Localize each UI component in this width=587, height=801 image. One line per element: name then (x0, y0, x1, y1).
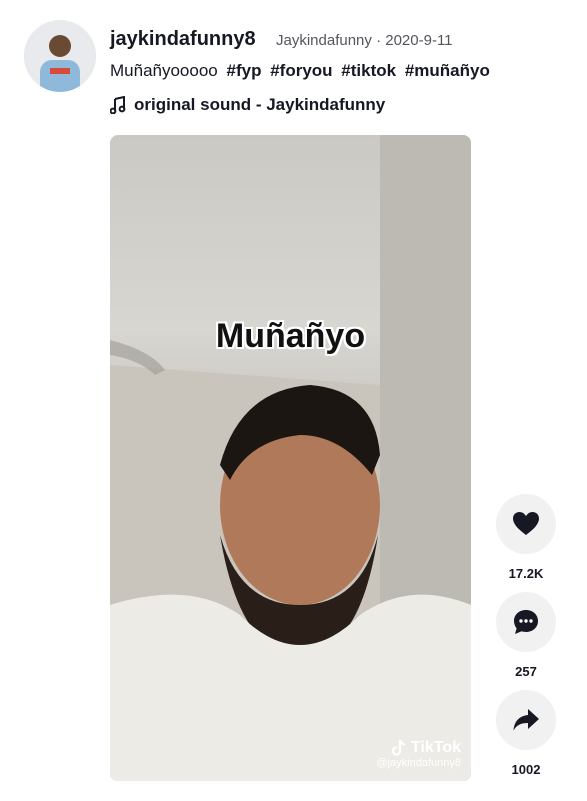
username-link[interactable]: jaykindafunny8 (110, 28, 256, 51)
post-date: 2020-9-11 (385, 32, 453, 49)
sound-name: original sound - Jaykindafunny (134, 95, 386, 114)
hashtag-munanyo[interactable]: #muñañyo (405, 61, 490, 80)
watermark-brand: TikTok (376, 739, 461, 757)
hashtag-foryou[interactable]: #foryou (270, 61, 332, 80)
like-action: 17.2K (495, 494, 557, 592)
share-count: 1002 (511, 762, 541, 777)
nickname: Jaykindafunny (276, 32, 372, 49)
share-button[interactable] (496, 690, 556, 750)
avatar[interactable] (24, 20, 96, 92)
share-icon (513, 709, 539, 731)
watermark-handle: @jaykindafunny8 (376, 757, 461, 769)
video-overlay-text: Muñañyo (215, 317, 366, 355)
comment-action: 257 (495, 592, 557, 690)
tiktok-logo-icon (391, 739, 406, 756)
comment-count: 257 (515, 664, 537, 679)
caption: Muñañyooooo #fyp #foryou #tiktok #muñañy… (110, 61, 490, 81)
share-action: 1002 (495, 690, 557, 788)
comment-button[interactable] (496, 592, 556, 652)
like-button[interactable] (496, 494, 556, 554)
music-note-icon (110, 96, 126, 114)
watermark-brand-text: TikTok (410, 739, 461, 756)
sound-link[interactable]: original sound - Jaykindafunny (110, 95, 385, 115)
comment-icon (514, 610, 538, 634)
caption-text: Muñañyooooo (110, 61, 218, 80)
hashtag-tiktok[interactable]: #tiktok (341, 61, 396, 80)
tiktok-watermark: TikTok @jaykindafunny8 (376, 739, 461, 769)
separator: · (371, 32, 386, 49)
hashtag-fyp[interactable]: #fyp (227, 61, 262, 80)
video-frame (110, 135, 471, 781)
nickname-date: Jaykindafunny · 2020-9-11 (276, 32, 453, 49)
avatar-image (24, 20, 96, 92)
action-bar: 17.2K 257 1002 (495, 494, 557, 788)
heart-icon (513, 512, 539, 535)
video-player[interactable]: Muñañyo TikTok @jaykindafunny8 (110, 135, 471, 781)
like-count: 17.2K (508, 566, 544, 581)
